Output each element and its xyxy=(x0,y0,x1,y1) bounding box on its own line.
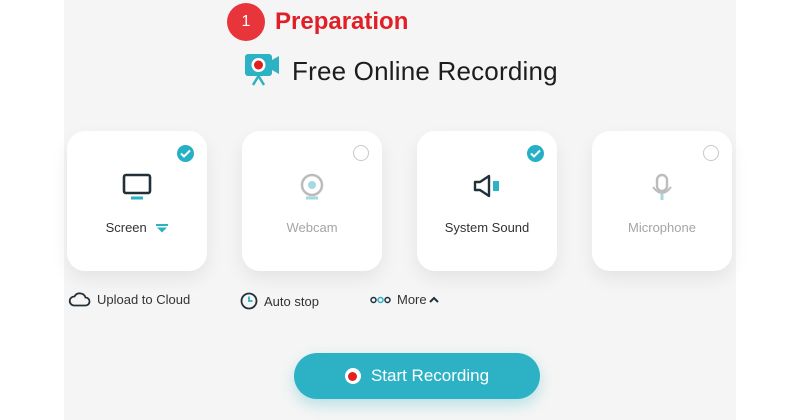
webcam-icon xyxy=(300,173,324,200)
auto-stop-label: Auto stop xyxy=(264,293,319,309)
checked-icon[interactable] xyxy=(527,145,544,162)
step-title: Preparation xyxy=(275,8,409,35)
source-card-webcam[interactable]: Webcam xyxy=(242,131,382,271)
source-label: Microphone xyxy=(628,220,696,235)
start-recording-label: Start Recording xyxy=(370,366,490,385)
cloud-icon xyxy=(68,292,91,307)
camera-record-icon xyxy=(245,54,279,86)
source-label: Screen xyxy=(105,220,147,235)
microphone-icon xyxy=(652,173,672,200)
speaker-icon xyxy=(473,174,499,198)
unchecked-icon[interactable] xyxy=(353,145,369,161)
checked-icon[interactable] xyxy=(177,145,194,162)
monitor-icon xyxy=(122,173,152,200)
more-dots-icon xyxy=(370,296,391,303)
more-options-label: More xyxy=(397,292,427,307)
source-card-screen[interactable]: Screen xyxy=(67,131,207,271)
more-options-toggle[interactable]: More xyxy=(370,292,445,307)
chevron-up-icon xyxy=(428,296,439,303)
clock-icon xyxy=(240,292,258,310)
source-card-microphone[interactable]: Microphone xyxy=(592,131,732,271)
dropdown-caret-icon[interactable] xyxy=(156,224,169,233)
auto-stop-option[interactable]: Auto stop xyxy=(240,292,319,310)
source-label: Webcam xyxy=(286,220,338,235)
unchecked-icon[interactable] xyxy=(703,145,719,161)
source-label: System Sound xyxy=(444,220,530,235)
upload-to-cloud-option[interactable]: Upload to Cloud xyxy=(68,292,190,307)
record-dot-icon xyxy=(344,368,361,384)
app-title: Free Online Recording xyxy=(292,56,558,86)
step-number-badge: 1 xyxy=(227,3,265,41)
start-recording-button[interactable]: Start Recording xyxy=(294,353,540,399)
source-card-system-sound[interactable]: System Sound xyxy=(417,131,557,271)
upload-to-cloud-label: Upload to Cloud xyxy=(97,292,191,307)
